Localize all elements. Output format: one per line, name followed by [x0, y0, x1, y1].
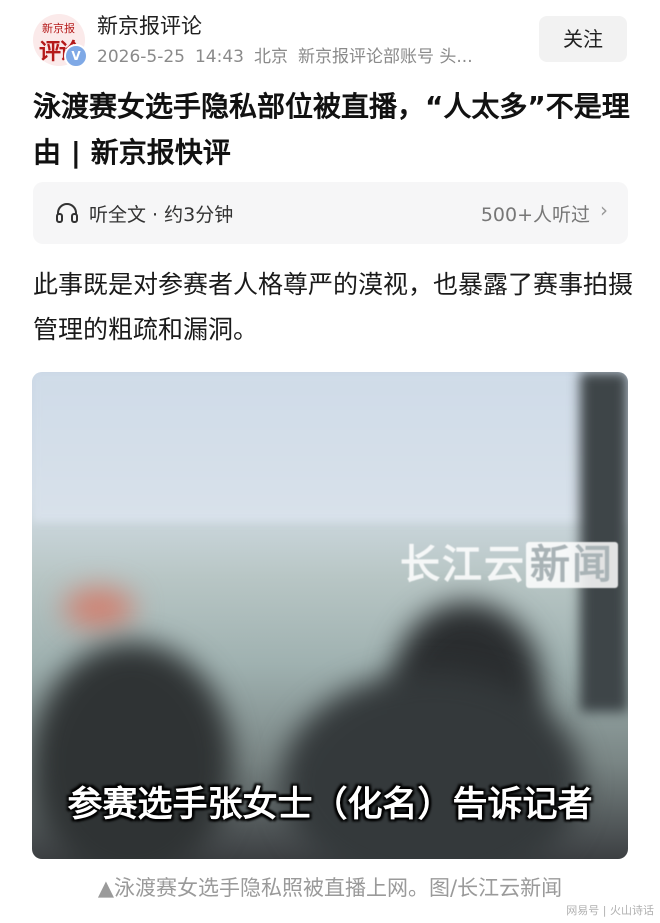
listener-count: 500+人听过 — [480, 204, 590, 226]
post-meta: 2026-5-25 14:43 北京 新京报评论部账号 头... — [97, 42, 517, 67]
listen-full-text-bar[interactable]: 听全文 · 约3分钟 500+人听过 › — [33, 182, 628, 244]
article-lead: 此事既是对参赛者人格尊严的漠视，也暴露了赛事拍摄管理的粗疏和漏洞。 — [33, 270, 634, 344]
article-title: 泳渡赛女选手隐私部位被直播，“人太多”不是理由 | 新京报快评 — [33, 90, 630, 169]
account-name[interactable]: 新京报评论 — [97, 10, 202, 40]
article-image[interactable]: 长江云 新闻 参赛选手张女士（化名）告诉记者 — [32, 372, 628, 859]
account-type: 新京报评论部账号 头... — [297, 47, 473, 67]
follow-button[interactable]: 关注 — [539, 16, 627, 62]
listen-label: 听全文 · 约3分钟 — [89, 204, 234, 226]
image-swimmer — [64, 588, 134, 628]
post-time: 14:43 — [194, 47, 244, 67]
image-watermark: 长江云 新闻 — [400, 532, 618, 590]
image-caption: ▲泳渡赛女选手隐私照被直播上网。图/长江云新闻 — [97, 876, 563, 900]
verified-badge-icon: V — [64, 44, 88, 68]
post-location: 北京 — [253, 47, 288, 67]
headphone-icon — [56, 203, 78, 223]
post-date: 2026-5-25 — [97, 47, 185, 67]
article-page: 新京报 评论 V 新京报评论 2026-5-25 14:43 北京 新京报评论部账号 … — [0, 0, 660, 923]
source-watermark: 网易号 | 火山诗话 — [566, 904, 654, 917]
watermark-prefix: 长江云 — [400, 542, 526, 588]
article-header: 新京报 评论 V 新京报评论 2026-5-25 14:43 北京 新京报评论部账号 … — [0, 0, 660, 80]
video-subtitle: 参赛选手张女士（化名）告诉记者 — [67, 785, 593, 825]
chevron-right-icon: › — [600, 198, 608, 222]
watermark-boxed: 新闻 — [526, 542, 618, 588]
image-sky — [32, 372, 628, 522]
